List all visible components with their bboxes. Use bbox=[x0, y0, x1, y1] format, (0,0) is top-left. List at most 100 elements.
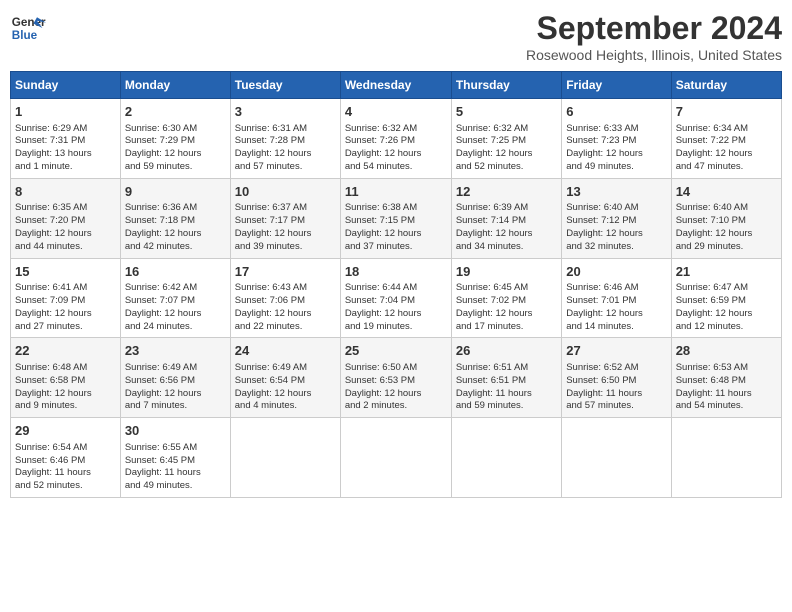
day-info-line: Daylight: 12 hours bbox=[235, 308, 336, 321]
calendar-cell: 6Sunrise: 6:33 AMSunset: 7:23 PMDaylight… bbox=[562, 99, 671, 179]
day-info-line: Sunrise: 6:37 AM bbox=[235, 202, 336, 215]
day-info-line: Sunrise: 6:46 AM bbox=[566, 282, 666, 295]
calendar-cell: 19Sunrise: 6:45 AMSunset: 7:02 PMDayligh… bbox=[451, 258, 561, 338]
calendar-cell: 20Sunrise: 6:46 AMSunset: 7:01 PMDayligh… bbox=[562, 258, 671, 338]
day-info-line: Sunrise: 6:40 AM bbox=[566, 202, 666, 215]
calendar-cell: 8Sunrise: 6:35 AMSunset: 7:20 PMDaylight… bbox=[11, 178, 121, 258]
day-info-line: and 24 minutes. bbox=[125, 321, 226, 334]
day-info-line: Sunrise: 6:41 AM bbox=[15, 282, 116, 295]
calendar-cell: 25Sunrise: 6:50 AMSunset: 6:53 PMDayligh… bbox=[340, 338, 451, 418]
day-info-line: Sunset: 6:56 PM bbox=[125, 375, 226, 388]
calendar-cell: 24Sunrise: 6:49 AMSunset: 6:54 PMDayligh… bbox=[230, 338, 340, 418]
day-info-line: Daylight: 12 hours bbox=[125, 308, 226, 321]
day-number: 30 bbox=[125, 422, 226, 440]
day-info-line: Daylight: 12 hours bbox=[15, 388, 116, 401]
day-info-line: Sunset: 6:54 PM bbox=[235, 375, 336, 388]
day-number: 6 bbox=[566, 103, 666, 121]
day-info-line: Sunrise: 6:45 AM bbox=[456, 282, 557, 295]
calendar-cell: 26Sunrise: 6:51 AMSunset: 6:51 PMDayligh… bbox=[451, 338, 561, 418]
day-info-line: Sunrise: 6:50 AM bbox=[345, 362, 447, 375]
day-info-line: Sunset: 7:07 PM bbox=[125, 295, 226, 308]
day-info-line: Sunrise: 6:47 AM bbox=[676, 282, 777, 295]
calendar-table: SundayMondayTuesdayWednesdayThursdayFrid… bbox=[10, 71, 782, 498]
day-number: 10 bbox=[235, 183, 336, 201]
day-info-line: Sunrise: 6:52 AM bbox=[566, 362, 666, 375]
calendar-cell: 16Sunrise: 6:42 AMSunset: 7:07 PMDayligh… bbox=[120, 258, 230, 338]
day-info-line: Daylight: 12 hours bbox=[345, 308, 447, 321]
calendar-cell: 13Sunrise: 6:40 AMSunset: 7:12 PMDayligh… bbox=[562, 178, 671, 258]
day-number: 28 bbox=[676, 342, 777, 360]
day-info-line: Sunset: 7:17 PM bbox=[235, 215, 336, 228]
day-info-line: Sunrise: 6:30 AM bbox=[125, 123, 226, 136]
day-number: 18 bbox=[345, 263, 447, 281]
day-info-line: Sunset: 7:25 PM bbox=[456, 135, 557, 148]
day-info-line: Sunrise: 6:34 AM bbox=[676, 123, 777, 136]
calendar-cell: 23Sunrise: 6:49 AMSunset: 6:56 PMDayligh… bbox=[120, 338, 230, 418]
header: General Blue September 2024 Rosewood Hei… bbox=[10, 10, 782, 63]
day-header-monday: Monday bbox=[120, 72, 230, 99]
day-info-line: Sunset: 7:23 PM bbox=[566, 135, 666, 148]
day-info-line: Daylight: 12 hours bbox=[345, 148, 447, 161]
day-info-line: Sunrise: 6:35 AM bbox=[15, 202, 116, 215]
day-info-line: and 54 minutes. bbox=[676, 400, 777, 413]
calendar-cell bbox=[671, 418, 781, 498]
day-info-line: Sunrise: 6:39 AM bbox=[456, 202, 557, 215]
day-info-line: Daylight: 12 hours bbox=[676, 228, 777, 241]
day-number: 1 bbox=[15, 103, 116, 121]
day-info-line: and 47 minutes. bbox=[676, 161, 777, 174]
day-info-line: Daylight: 12 hours bbox=[235, 148, 336, 161]
title-area: September 2024 Rosewood Heights, Illinoi… bbox=[526, 10, 782, 63]
day-info-line: and 49 minutes. bbox=[566, 161, 666, 174]
calendar-cell: 22Sunrise: 6:48 AMSunset: 6:58 PMDayligh… bbox=[11, 338, 121, 418]
day-number: 21 bbox=[676, 263, 777, 281]
day-info-line: Daylight: 11 hours bbox=[456, 388, 557, 401]
day-info-line: Daylight: 12 hours bbox=[566, 228, 666, 241]
day-number: 9 bbox=[125, 183, 226, 201]
day-info-line: and 49 minutes. bbox=[125, 480, 226, 493]
day-info-line: Daylight: 12 hours bbox=[235, 228, 336, 241]
day-info-line: Daylight: 12 hours bbox=[566, 148, 666, 161]
day-info-line: Sunrise: 6:55 AM bbox=[125, 442, 226, 455]
day-number: 29 bbox=[15, 422, 116, 440]
day-number: 13 bbox=[566, 183, 666, 201]
calendar-cell: 12Sunrise: 6:39 AMSunset: 7:14 PMDayligh… bbox=[451, 178, 561, 258]
day-number: 16 bbox=[125, 263, 226, 281]
day-info-line: Sunset: 7:18 PM bbox=[125, 215, 226, 228]
svg-text:General: General bbox=[12, 16, 46, 29]
day-info-line: and 19 minutes. bbox=[345, 321, 447, 334]
day-info-line: Daylight: 12 hours bbox=[125, 388, 226, 401]
day-info-line: Daylight: 12 hours bbox=[566, 308, 666, 321]
day-number: 2 bbox=[125, 103, 226, 121]
day-number: 23 bbox=[125, 342, 226, 360]
calendar-cell bbox=[562, 418, 671, 498]
day-number: 5 bbox=[456, 103, 557, 121]
day-info-line: Sunset: 6:48 PM bbox=[676, 375, 777, 388]
day-info-line: and 54 minutes. bbox=[345, 161, 447, 174]
day-info-line: and 7 minutes. bbox=[125, 400, 226, 413]
day-info-line: Sunrise: 6:32 AM bbox=[345, 123, 447, 136]
calendar-cell: 1Sunrise: 6:29 AMSunset: 7:31 PMDaylight… bbox=[11, 99, 121, 179]
day-info-line: Sunrise: 6:32 AM bbox=[456, 123, 557, 136]
day-info-line: Daylight: 12 hours bbox=[345, 228, 447, 241]
day-number: 11 bbox=[345, 183, 447, 201]
day-info-line: Daylight: 12 hours bbox=[456, 308, 557, 321]
day-info-line: Daylight: 12 hours bbox=[345, 388, 447, 401]
day-info-line: Sunrise: 6:29 AM bbox=[15, 123, 116, 136]
day-info-line: Daylight: 12 hours bbox=[15, 308, 116, 321]
day-info-line: Sunset: 7:20 PM bbox=[15, 215, 116, 228]
day-info-line: Sunset: 7:09 PM bbox=[15, 295, 116, 308]
day-info-line: and 59 minutes. bbox=[125, 161, 226, 174]
day-info-line: Daylight: 11 hours bbox=[15, 467, 116, 480]
day-info-line: Daylight: 13 hours bbox=[15, 148, 116, 161]
day-info-line: Daylight: 12 hours bbox=[456, 148, 557, 161]
calendar-cell: 15Sunrise: 6:41 AMSunset: 7:09 PMDayligh… bbox=[11, 258, 121, 338]
calendar-cell: 9Sunrise: 6:36 AMSunset: 7:18 PMDaylight… bbox=[120, 178, 230, 258]
day-info-line: and 57 minutes. bbox=[235, 161, 336, 174]
day-number: 4 bbox=[345, 103, 447, 121]
day-info-line: and 4 minutes. bbox=[235, 400, 336, 413]
day-info-line: and 39 minutes. bbox=[235, 241, 336, 254]
calendar-cell: 17Sunrise: 6:43 AMSunset: 7:06 PMDayligh… bbox=[230, 258, 340, 338]
calendar-cell: 14Sunrise: 6:40 AMSunset: 7:10 PMDayligh… bbox=[671, 178, 781, 258]
day-info-line: Sunrise: 6:40 AM bbox=[676, 202, 777, 215]
day-info-line: Daylight: 12 hours bbox=[676, 148, 777, 161]
